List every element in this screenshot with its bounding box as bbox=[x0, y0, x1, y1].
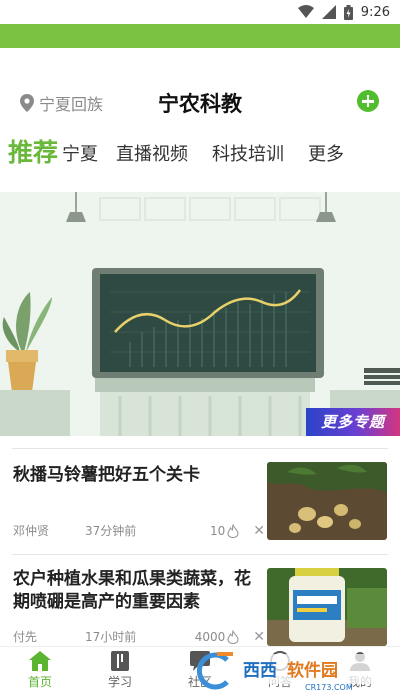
page-title: 宁农科教 bbox=[158, 92, 242, 116]
status-bar: 9:26 bbox=[0, 0, 400, 24]
divider bbox=[12, 448, 388, 449]
close-icon[interactable]: ✕ bbox=[253, 629, 265, 645]
battery-icon bbox=[343, 4, 353, 20]
news-author: 付先 bbox=[13, 630, 38, 644]
flame-icon bbox=[227, 523, 239, 538]
fertilizer-bottle-image bbox=[267, 568, 387, 646]
news-thumbnail[interactable] bbox=[267, 462, 387, 540]
potato-image bbox=[267, 462, 387, 540]
tab-more[interactable]: 更多 bbox=[308, 140, 344, 170]
news-title[interactable]: 农户种植水果和瓜果类蔬菜，花期喷硼是高产的重要因素 bbox=[13, 568, 258, 614]
nav-home[interactable]: 首页 bbox=[0, 647, 80, 700]
more-topics-badge[interactable]: 更多专题 bbox=[306, 408, 400, 436]
news-item[interactable]: 秋播马铃薯把好五个关卡 邓仲贤 37分钟前 10 ✕ bbox=[0, 458, 400, 554]
divider bbox=[12, 554, 388, 555]
news-meta: 邓仲贤 37分钟前 10 ✕ bbox=[13, 522, 265, 539]
status-time: 9:26 bbox=[360, 4, 390, 20]
svg-text:西西: 西西 bbox=[243, 661, 277, 681]
signal-icon bbox=[321, 5, 336, 19]
app-header: 宁夏回族 宁农科教 bbox=[0, 78, 400, 124]
news-item[interactable]: 农户种植水果和瓜果类蔬菜，花期喷硼是高产的重要因素 付先 17小时前 4000 … bbox=[0, 564, 400, 650]
nav-study-label: 学习 bbox=[107, 675, 132, 689]
svg-text:CR173.COM: CR173.COM bbox=[305, 683, 353, 692]
home-icon bbox=[29, 651, 51, 671]
tab-tech-training[interactable]: 科技培训 bbox=[212, 140, 284, 170]
book-icon bbox=[111, 651, 129, 671]
news-thumbnail[interactable] bbox=[267, 568, 387, 646]
svg-text:软件园: 软件园 bbox=[287, 660, 338, 681]
close-icon[interactable]: ✕ bbox=[253, 523, 265, 539]
banner-carousel[interactable]: 更多专题 bbox=[0, 192, 400, 436]
hot-count: 4000 bbox=[194, 629, 240, 644]
tab-live-video[interactable]: 直播视频 bbox=[116, 140, 188, 170]
hot-count-value: 10 bbox=[209, 523, 226, 538]
tab-ningxia[interactable]: 宁夏 bbox=[62, 140, 98, 170]
news-author: 邓仲贤 bbox=[13, 524, 50, 538]
nav-study[interactable]: 学习 bbox=[80, 647, 160, 700]
nav-home-label: 首页 bbox=[27, 675, 52, 689]
top-accent-bar bbox=[0, 24, 400, 48]
category-tabs: 推荐 宁夏 直播视频 科技培训 更多 bbox=[8, 134, 368, 170]
wifi-icon bbox=[297, 5, 314, 18]
flame-icon bbox=[227, 629, 239, 644]
news-time: 17小时前 bbox=[85, 630, 137, 644]
hot-count-value: 4000 bbox=[194, 629, 226, 644]
news-meta: 付先 17小时前 4000 ✕ bbox=[13, 628, 265, 645]
watermark-logo: 西西 软件园 CR173.COM bbox=[187, 648, 381, 692]
news-title[interactable]: 秋播马铃薯把好五个关卡 bbox=[13, 464, 258, 487]
add-button[interactable] bbox=[357, 90, 379, 112]
classroom-illustration bbox=[0, 192, 400, 436]
hot-count: 10 bbox=[209, 523, 239, 538]
news-time: 37分钟前 bbox=[85, 524, 137, 538]
tab-recommend[interactable]: 推荐 bbox=[8, 136, 58, 170]
